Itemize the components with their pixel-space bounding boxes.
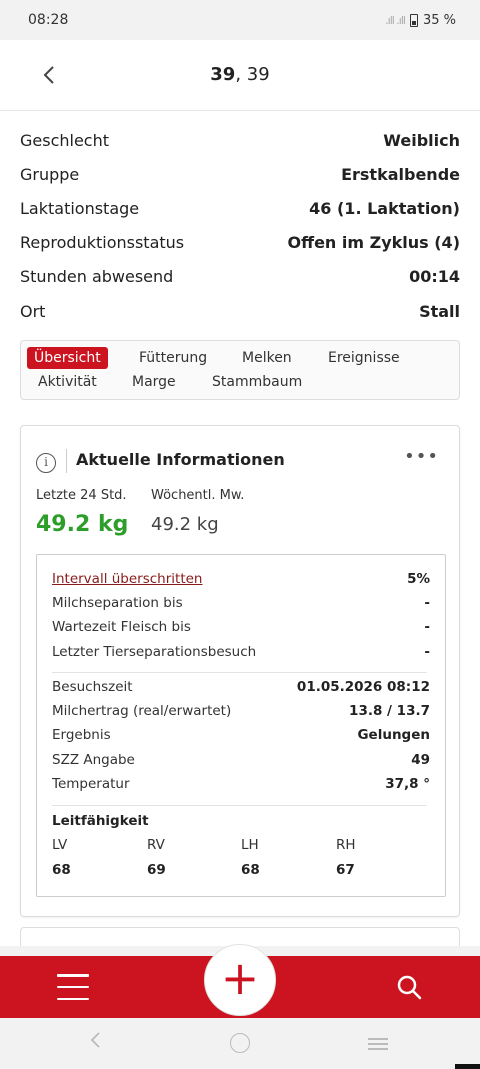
- attr-row-group: Gruppe Erstkalbende: [20, 157, 460, 191]
- conductivity-value-rv: 69: [147, 862, 166, 878]
- current-info-card: i Aktuelle Informationen ••• Letzte 24 S…: [20, 425, 460, 917]
- attr-label: Stunden abwesend: [20, 267, 174, 287]
- search-icon[interactable]: [395, 973, 423, 1001]
- nav-recents-icon[interactable]: [368, 1038, 388, 1050]
- conductivity-value-rh: 67: [336, 862, 355, 878]
- conductivity-header-rv: RV: [147, 837, 165, 853]
- hamburger-icon[interactable]: [57, 974, 89, 1000]
- detail-value: -: [424, 619, 430, 635]
- detail-value: -: [424, 595, 430, 611]
- tab-milking[interactable]: Melken: [235, 347, 299, 369]
- detail-label: Besuchszeit: [52, 679, 133, 695]
- conductivity-header-lh: LH: [241, 837, 259, 853]
- attr-label: Reproduktionsstatus: [20, 233, 185, 253]
- conductivity-title: Leitfähigkeit: [52, 813, 149, 829]
- detail-value: -: [424, 644, 430, 660]
- milking-details: Intervall überschritten 5% Milchseparatio…: [36, 554, 446, 897]
- page-title: 39, 39: [0, 64, 480, 85]
- detail-value: 49: [411, 752, 430, 768]
- detail-label: Letzter Tierseparationsbesuch: [52, 644, 257, 660]
- interval-exceeded-link[interactable]: Intervall überschritten: [52, 571, 202, 587]
- detail-label: Ergebnis: [52, 727, 111, 743]
- divider: [52, 805, 427, 806]
- detail-value: 01.05.2026 08:12: [296, 679, 430, 695]
- attr-row-repro-status: Reproduktionsstatus Offen im Zyklus (4): [20, 226, 460, 260]
- detail-label: Milchseparation bis: [52, 595, 183, 611]
- detail-row-scc: SZZ Angabe 49: [52, 752, 430, 768]
- content-area[interactable]: Geschlecht Weiblich Gruppe Erstkalbende La…: [0, 111, 480, 946]
- battery-level: 35 %: [422, 12, 456, 28]
- tab-overview[interactable]: Übersicht: [27, 347, 108, 369]
- animal-attributes: Geschlecht Weiblich Gruppe Erstkalbende La…: [20, 123, 460, 328]
- tab-feeding[interactable]: Fütterung: [132, 347, 214, 369]
- conductivity-header-lv: LV: [52, 837, 68, 853]
- detail-row-interval: Intervall überschritten 5%: [52, 571, 430, 587]
- detail-row-last-separation: Letzter Tierseparationsbesuch -: [52, 644, 430, 660]
- last-24h-value: 49.2 kg: [36, 512, 129, 537]
- detail-row-result: Ergebnis Gelungen: [52, 727, 430, 743]
- corner-mark: [455, 1064, 480, 1069]
- attr-label: Ort: [20, 301, 46, 321]
- card-title: Aktuelle Informationen: [76, 450, 285, 469]
- battery-icon: [409, 13, 418, 27]
- detail-label: Wartezeit Fleisch bis: [52, 619, 191, 635]
- detail-row-visit-time: Besuchszeit 01.05.2026 08:12: [52, 679, 430, 695]
- weekly-avg-value: 49.2 kg: [151, 514, 219, 535]
- nav-back-icon[interactable]: [88, 1028, 102, 1056]
- detail-label: Milchertrag (real/erwartet): [52, 703, 232, 719]
- tab-activity[interactable]: Aktivität: [31, 371, 104, 393]
- animal-number: 39: [210, 64, 236, 85]
- tab-margin[interactable]: Marge: [125, 371, 183, 393]
- attr-label: Gruppe: [20, 164, 80, 184]
- detail-value: Gelungen: [357, 727, 430, 743]
- attr-label: Laktationstage: [20, 198, 140, 218]
- detail-row-meat-withdrawal: Wartezeit Fleisch bis -: [52, 619, 430, 635]
- detail-label: Temperatur: [52, 776, 130, 792]
- detail-row-milk-separation: Milchseparation bis -: [52, 595, 430, 611]
- tab-events[interactable]: Ereignisse: [321, 347, 407, 369]
- system-nav-bar: [0, 1018, 480, 1069]
- attr-value: 00:14: [409, 267, 460, 287]
- attr-value: Stall: [419, 301, 460, 321]
- detail-row-milk-yield: Milchertrag (real/erwartet) 13.8 / 13.7: [52, 703, 430, 719]
- conductivity-header-rh: RH: [336, 837, 356, 853]
- plus-icon: +: [220, 951, 260, 1005]
- weekly-avg-label: Wöchentl. Mw.: [151, 488, 245, 503]
- tab-pedigree[interactable]: Stammbaum: [205, 371, 309, 393]
- detail-value: 13.8 / 13.7: [349, 703, 430, 719]
- attr-label: Geschlecht: [20, 130, 110, 150]
- more-options-icon[interactable]: •••: [404, 446, 439, 467]
- detail-row-temperature: Temperatur 37,8 °: [52, 776, 430, 792]
- attr-row-hours-absent: Stunden abwesend 00:14: [20, 260, 460, 294]
- divider: [66, 449, 67, 473]
- attr-value: 46 (1. Laktation): [309, 198, 460, 218]
- attr-row-lactation-days: Laktationstage 46 (1. Laktation): [20, 191, 460, 225]
- attr-value: Erstkalbende: [341, 164, 460, 184]
- status-indicators: .ıll .ıll 35 %: [385, 13, 456, 28]
- signal-icon: .ıll .ıll: [385, 13, 406, 27]
- add-button[interactable]: +: [204, 944, 276, 1016]
- animal-name: , 39: [235, 64, 270, 85]
- attr-value: Weiblich: [383, 130, 460, 150]
- attr-row-location: Ort Stall: [20, 294, 460, 328]
- detail-label: SZZ Angabe: [52, 752, 135, 768]
- divider: [52, 672, 427, 673]
- conductivity-value-lh: 68: [241, 862, 260, 878]
- attr-row-sex: Geschlecht Weiblich: [20, 123, 460, 157]
- status-time: 08:28: [28, 12, 69, 28]
- conductivity-value-lv: 68: [52, 862, 71, 878]
- attr-value: Offen im Zyklus (4): [287, 233, 461, 253]
- nav-home-icon[interactable]: [230, 1033, 250, 1053]
- detail-value: 5%: [407, 571, 430, 587]
- status-bar: 08:28 .ıll .ıll 35 %: [0, 0, 480, 40]
- tab-bar: Übersicht Fütterung Melken Ereignisse Ak…: [20, 340, 460, 400]
- app-header: 39, 39: [0, 40, 480, 111]
- last-24h-label: Letzte 24 Std.: [36, 488, 127, 503]
- detail-value: 37,8 °: [385, 776, 430, 792]
- info-icon[interactable]: i: [36, 453, 56, 473]
